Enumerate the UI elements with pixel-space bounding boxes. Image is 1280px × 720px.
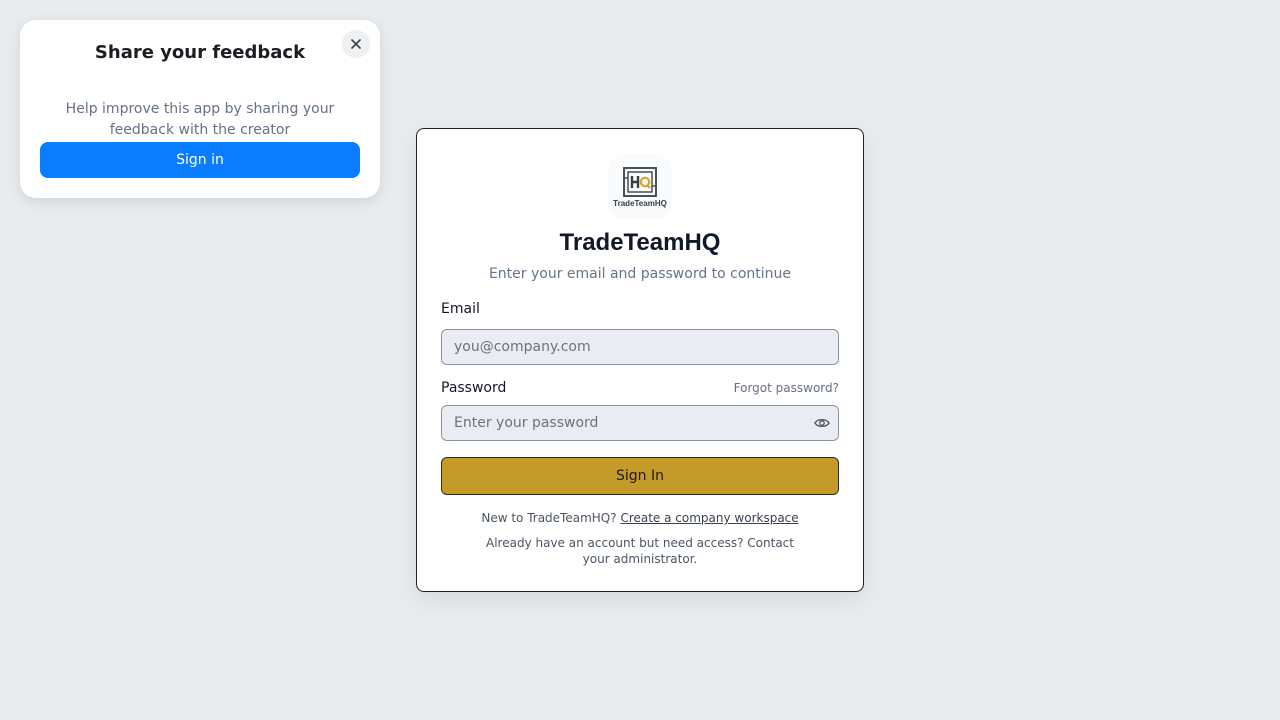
access-note: Already have an account but need access?… [486, 536, 794, 566]
forgot-password-link[interactable]: Forgot password? [734, 381, 839, 395]
password-label: Password [441, 380, 507, 396]
app-subtitle: Enter your email and password to continu… [488, 266, 792, 282]
close-button[interactable] [342, 30, 370, 58]
login-card: TradeTeamHQ TradeTeamHQ Enter your email… [416, 128, 864, 592]
signup-prompt-text: New to TradeTeamHQ? [481, 511, 617, 525]
email-field[interactable] [441, 329, 839, 365]
show-password-toggle[interactable] [813, 415, 831, 431]
logo-icon [623, 167, 657, 197]
app-title: TradeTeamHQ [559, 229, 721, 256]
logo-caption: TradeTeamHQ [613, 199, 667, 208]
sign-in-button[interactable]: Sign In [441, 457, 839, 495]
email-label: Email [441, 301, 480, 317]
feedback-popup: Share your feedback Help improve this ap… [20, 20, 380, 198]
feedback-description: Help improve this app by sharing your fe… [65, 101, 335, 138]
close-icon [351, 39, 361, 49]
app-logo: TradeTeamHQ [608, 155, 672, 219]
feedback-title: Share your feedback [94, 42, 306, 63]
eye-icon [814, 418, 830, 428]
feedback-sign-in-button[interactable]: Sign in [40, 142, 360, 178]
signup-prompt: New to TradeTeamHQ? Create a company wor… [417, 511, 863, 525]
password-field[interactable] [441, 405, 839, 441]
create-workspace-link[interactable]: Create a company workspace [620, 511, 798, 525]
